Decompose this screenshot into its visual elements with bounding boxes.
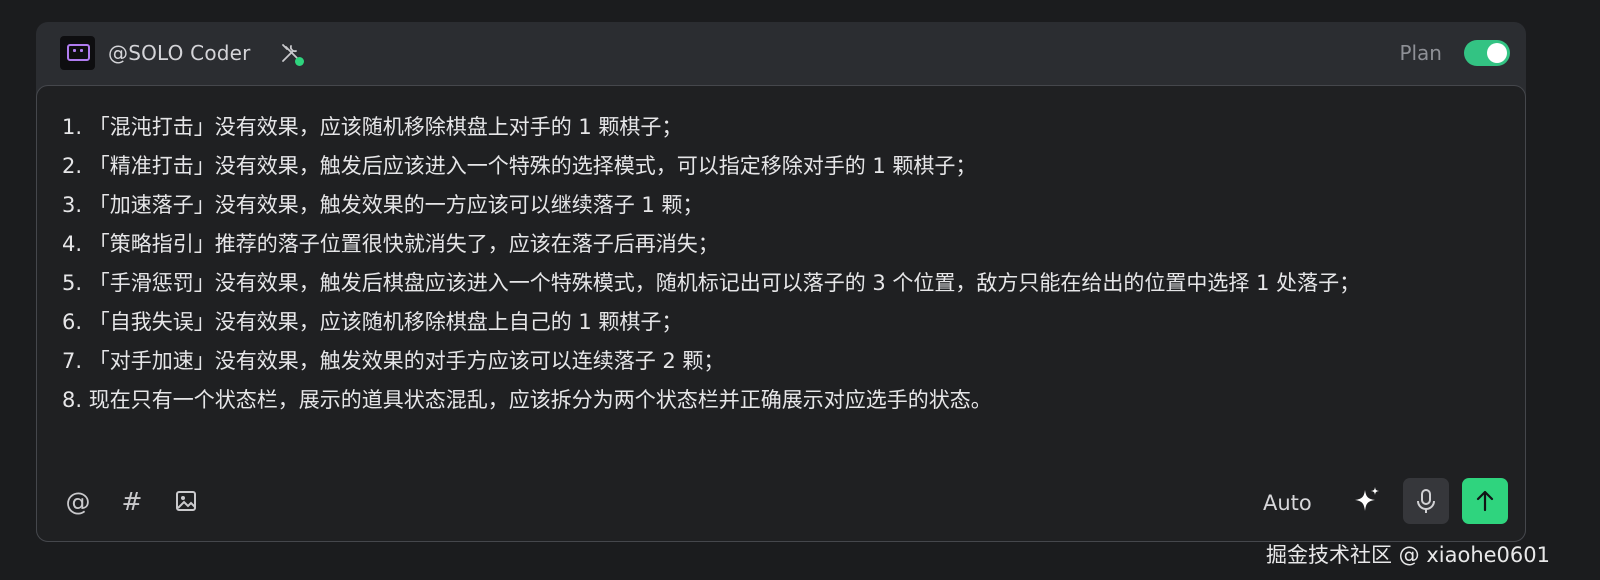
chat-input-panel: @SOLO Coder Plan 1. 「混沌打击」没有效果，应该随机移除棋盘上… [36, 22, 1526, 542]
hash-icon[interactable]: # [117, 486, 147, 516]
message-line: 2. 「精准打击」没有效果，触发后应该进入一个特殊的选择模式，可以指定移除对手的… [62, 154, 977, 178]
mention-icon[interactable]: @ [63, 486, 93, 516]
image-glyph [176, 491, 196, 511]
plan-mode-toggle[interactable] [1464, 40, 1510, 66]
plan-mode-label: Plan [1399, 41, 1442, 65]
message-line: 4. 「策略指引」推荐的落子位置很快就消失了，应该在落子后再消失； [62, 232, 719, 256]
panel-header: @SOLO Coder Plan [36, 22, 1526, 84]
bot-avatar [60, 36, 95, 70]
microphone-icon [1417, 489, 1435, 513]
bot-eye-left [73, 49, 76, 52]
online-status-dot [295, 57, 304, 66]
message-line: 8. 现在只有一个状态栏，展示的道具状态混乱，应该拆分为两个状态栏并正确展示对应… [62, 388, 992, 412]
message-line: 6. 「自我失误」没有效果，应该随机移除棋盘上自己的 1 颗棋子； [62, 310, 683, 334]
message-editor[interactable]: 1. 「混沌打击」没有效果，应该随机移除棋盘上对手的 1 颗棋子； 2. 「精准… [36, 85, 1526, 542]
sparkle-icon[interactable] [1350, 484, 1384, 518]
model-selector[interactable]: Auto [1263, 490, 1312, 516]
send-button[interactable] [1462, 478, 1508, 524]
image-icon[interactable] [171, 486, 201, 516]
message-line: 5. 「手滑惩罚」没有效果，触发后棋盘应该进入一个特殊模式，随机标记出可以落子的… [62, 271, 1361, 295]
bot-eye-right [80, 49, 83, 52]
bot-face-icon [67, 44, 90, 61]
microphone-button[interactable] [1403, 478, 1449, 524]
agent-name[interactable]: @SOLO Coder [108, 41, 251, 65]
arrow-up-icon [1476, 490, 1494, 512]
message-text[interactable]: 1. 「混沌打击」没有效果，应该随机移除棋盘上对手的 1 颗棋子； 2. 「精准… [62, 108, 1497, 420]
message-line: 1. 「混沌打击」没有效果，应该随机移除棋盘上对手的 1 颗棋子； [62, 115, 683, 139]
message-line: 7. 「对手加速」没有效果，触发效果的对手方应该可以连续落子 2 颗； [62, 349, 725, 373]
toggle-knob [1487, 43, 1507, 63]
watermark: 掘金技术社区 @ xiaohe0601 [1265, 543, 1550, 567]
message-line: 3. 「加速落子」没有效果，触发效果的一方应该可以继续落子 1 颗； [62, 193, 704, 217]
